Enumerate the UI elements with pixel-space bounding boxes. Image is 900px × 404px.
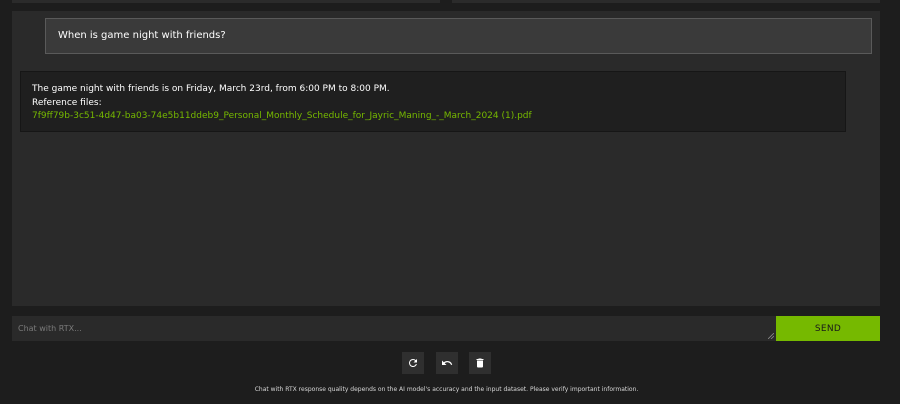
bot-response-text: The game night with friends is on Friday… xyxy=(32,84,390,94)
undo-button[interactable] xyxy=(436,352,458,374)
top-panel-edge xyxy=(12,0,880,3)
refresh-icon xyxy=(409,359,417,367)
chat-history-panel[interactable]: When is game night with friends? The gam… xyxy=(12,11,880,306)
reference-files-label: Reference files: xyxy=(32,98,102,108)
chat-toolbar xyxy=(0,352,900,374)
resize-grip-icon[interactable] xyxy=(768,333,774,339)
user-message-bubble: When is game night with friends? xyxy=(45,18,872,54)
top-panel-edge-right xyxy=(452,0,880,3)
disclaimer-text: Chat with RTX response quality depends o… xyxy=(254,386,639,393)
reference-file-link[interactable]: 7f9ff79b-3c51-4d47-ba03-74e5b11ddeb9_Per… xyxy=(32,111,532,121)
chat-with-rtx-window: When is game night with friends? The gam… xyxy=(0,0,900,404)
undo-icon xyxy=(442,360,453,365)
chat-input-row: SEND xyxy=(12,316,880,341)
chat-input[interactable] xyxy=(12,316,776,341)
trash-icon xyxy=(476,358,484,368)
top-panel-edge-left xyxy=(12,0,440,3)
send-button[interactable]: SEND xyxy=(776,316,880,341)
user-message-text: When is game night with friends? xyxy=(58,30,226,41)
clear-history-button[interactable] xyxy=(469,352,491,374)
regenerate-button[interactable] xyxy=(402,352,424,374)
bot-response-bubble: The game night with friends is on Friday… xyxy=(20,71,846,132)
